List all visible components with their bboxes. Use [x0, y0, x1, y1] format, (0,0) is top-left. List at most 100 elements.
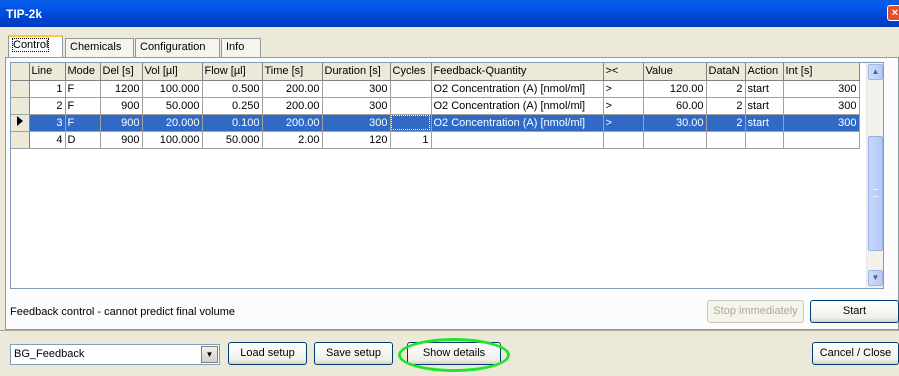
column-header-del[interactable]: Del [s]: [100, 63, 143, 81]
tab-info[interactable]: Info: [221, 38, 261, 57]
cell-vol[interactable]: 100.000: [142, 131, 203, 149]
cell-line[interactable]: 2: [29, 97, 66, 115]
cell-line[interactable]: 4: [29, 131, 66, 149]
setup-select-value: BG_Feedback: [14, 348, 85, 360]
cell-cycles[interactable]: [390, 114, 432, 132]
cell-line[interactable]: 3: [29, 114, 66, 132]
cell-action[interactable]: start: [745, 114, 784, 132]
cell-del[interactable]: 900: [100, 131, 143, 149]
column-header-vol[interactable]: Vol [µl]: [142, 63, 203, 81]
scroll-up-icon[interactable]: ▲: [868, 64, 883, 80]
tab-configuration[interactable]: Configuration: [135, 38, 220, 57]
column-header-mode[interactable]: Mode: [65, 63, 101, 81]
cell-action[interactable]: start: [745, 97, 784, 115]
row-indicator[interactable]: [11, 131, 30, 149]
cell-comparator[interactable]: >: [603, 97, 644, 115]
save-setup-button[interactable]: Save setup: [314, 342, 393, 365]
tab-chemicals[interactable]: Chemicals: [65, 38, 134, 57]
table-row-selected[interactable]: 3 F 900 20.000 0.100 200.00 300 O2 Conce…: [11, 114, 860, 132]
column-header-duration[interactable]: Duration [s]: [322, 63, 391, 81]
cell-flow[interactable]: 50.000: [202, 131, 263, 149]
cell-feedback-quantity[interactable]: O2 Concentration (A) [nmol/ml]: [431, 97, 604, 115]
cell-del[interactable]: 900: [100, 114, 143, 132]
row-indicator[interactable]: [11, 80, 30, 98]
row-indicator[interactable]: [11, 114, 30, 132]
column-header-action[interactable]: Action: [745, 63, 784, 81]
cell-flow[interactable]: 0.100: [202, 114, 263, 132]
cell-del[interactable]: 900: [100, 97, 143, 115]
cell-mode[interactable]: F: [65, 80, 101, 98]
cell-time[interactable]: 200.00: [262, 97, 323, 115]
chevron-down-icon[interactable]: ▼: [201, 346, 218, 363]
status-message: Feedback control - cannot predict final …: [10, 306, 236, 318]
cell-value[interactable]: 30.00: [643, 114, 707, 132]
cell-value[interactable]: 120.00: [643, 80, 707, 98]
cell-action[interactable]: start: [745, 80, 784, 98]
load-setup-button[interactable]: Load setup: [228, 342, 307, 365]
sequence-grid[interactable]: Line Mode Del [s] Vol [µl] Flow [µl] Tim…: [10, 62, 884, 289]
cell-time[interactable]: 200.00: [262, 114, 323, 132]
cell-comparator[interactable]: >: [603, 80, 644, 98]
row-indicator[interactable]: [11, 97, 30, 115]
cell-vol[interactable]: 50.000: [142, 97, 203, 115]
cell-del[interactable]: 1200: [100, 80, 143, 98]
column-header-datan[interactable]: DataN: [706, 63, 746, 81]
cell-cycles[interactable]: [390, 97, 432, 115]
cell-vol[interactable]: 20.000: [142, 114, 203, 132]
highlight-ring: [398, 338, 510, 372]
cell-duration[interactable]: 300: [322, 80, 391, 98]
column-header-feedback-quantity[interactable]: Feedback-Quantity: [431, 63, 604, 81]
cell-int[interactable]: 300: [783, 114, 860, 132]
cell-int[interactable]: [783, 131, 860, 149]
cell-datan[interactable]: 2: [706, 97, 746, 115]
column-header-cycles[interactable]: Cycles: [390, 63, 432, 81]
stop-immediately-button[interactable]: Stop immediately: [707, 300, 804, 323]
cell-feedback-quantity[interactable]: O2 Concentration (A) [nmol/ml]: [431, 80, 604, 98]
table-row[interactable]: 1 F 1200 100.000 0.500 200.00 300 O2 Con…: [11, 80, 860, 98]
column-header-flow[interactable]: Flow [µl]: [202, 63, 263, 81]
cell-feedback-quantity[interactable]: [431, 131, 604, 149]
sequence-table: Line Mode Del [s] Vol [µl] Flow [µl] Tim…: [11, 63, 860, 149]
column-header-value[interactable]: Value: [643, 63, 707, 81]
cell-time[interactable]: 200.00: [262, 80, 323, 98]
cell-comparator[interactable]: >: [603, 114, 644, 132]
table-row[interactable]: 2 F 900 50.000 0.250 200.00 300 O2 Conce…: [11, 97, 860, 115]
scroll-down-icon[interactable]: ▼: [868, 270, 883, 286]
start-button[interactable]: Start: [810, 300, 899, 323]
cell-time[interactable]: 2.00: [262, 131, 323, 149]
cell-int[interactable]: 300: [783, 97, 860, 115]
cell-value[interactable]: [643, 131, 707, 149]
cell-cycles[interactable]: [390, 80, 432, 98]
cancel-close-button[interactable]: Cancel / Close: [812, 342, 899, 365]
cell-line[interactable]: 1: [29, 80, 66, 98]
cell-mode[interactable]: D: [65, 131, 101, 149]
cell-int[interactable]: 300: [783, 80, 860, 98]
cell-mode[interactable]: F: [65, 114, 101, 132]
window-title: TIP-2k: [6, 7, 43, 21]
column-header-int[interactable]: Int [s]: [783, 63, 860, 81]
cell-vol[interactable]: 100.000: [142, 80, 203, 98]
cell-flow[interactable]: 0.250: [202, 97, 263, 115]
cell-duration[interactable]: 300: [322, 97, 391, 115]
setup-select[interactable]: BG_Feedback ▼: [10, 344, 220, 365]
cell-datan[interactable]: [706, 131, 746, 149]
cell-flow[interactable]: 0.500: [202, 80, 263, 98]
cell-cycles[interactable]: 1: [390, 131, 432, 149]
cell-duration[interactable]: 120: [322, 131, 391, 149]
column-header-line[interactable]: Line: [29, 63, 66, 81]
column-header-time[interactable]: Time [s]: [262, 63, 323, 81]
close-icon[interactable]: ×: [887, 5, 899, 21]
cell-feedback-quantity[interactable]: O2 Concentration (A) [nmol/ml]: [431, 114, 604, 132]
scrollbar-thumb[interactable]: [868, 136, 883, 251]
cell-datan[interactable]: 2: [706, 80, 746, 98]
tab-control[interactable]: Control: [8, 35, 63, 57]
vertical-scrollbar[interactable]: ▲ ▼: [866, 63, 883, 288]
cell-duration[interactable]: 300: [322, 114, 391, 132]
cell-mode[interactable]: F: [65, 97, 101, 115]
cell-value[interactable]: 60.00: [643, 97, 707, 115]
cell-datan[interactable]: 2: [706, 114, 746, 132]
cell-comparator[interactable]: [603, 131, 644, 149]
table-row[interactable]: 4 D 900 100.000 50.000 2.00 120 1: [11, 131, 860, 149]
cell-action[interactable]: [745, 131, 784, 149]
column-header-comparator[interactable]: ><: [603, 63, 644, 81]
